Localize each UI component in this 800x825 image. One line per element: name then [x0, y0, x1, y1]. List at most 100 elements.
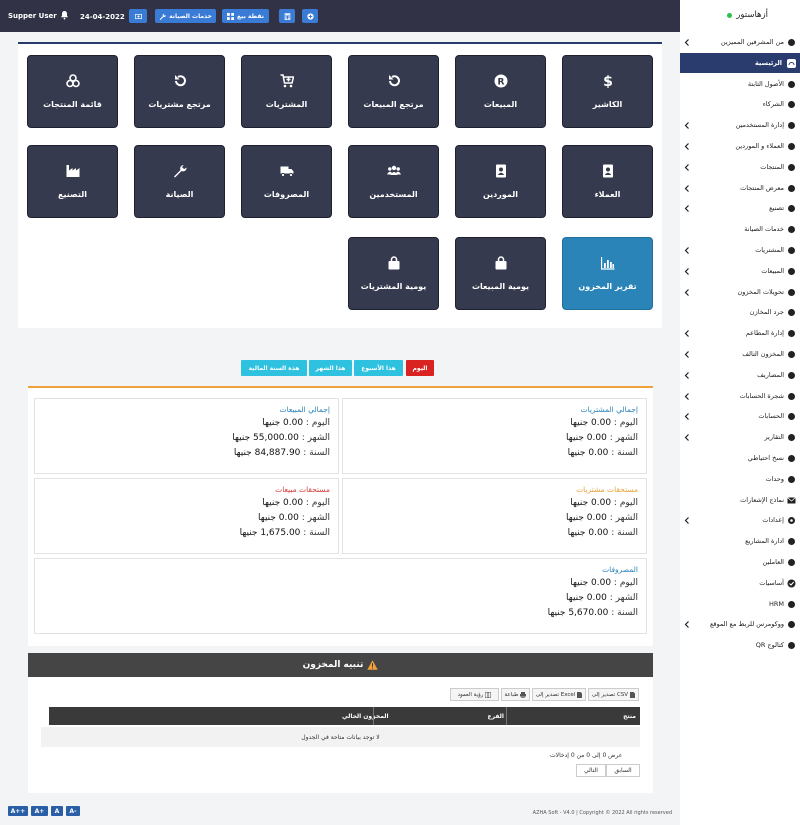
- sidebar-item-20[interactable]: نسخ احتياطي: [680, 448, 800, 468]
- undo-icon: [388, 75, 400, 87]
- contact-book-icon: [495, 164, 506, 178]
- total-purchases-card: إجمالي المشتريات اليوم : 0.00 جنيها الشه…: [342, 398, 647, 474]
- sidebar-item-3[interactable]: الشركاء: [680, 94, 800, 114]
- tile-expenses[interactable]: المصروفات: [241, 145, 332, 218]
- print-button[interactable]: طباعة: [501, 688, 530, 701]
- expenses-card: المصروفات اليوم : 0.00 جنيها الشهر : 0.0…: [34, 558, 647, 634]
- sidebar-item-17[interactable]: شجرة الحسابات: [680, 386, 800, 406]
- pagination-previous[interactable]: السابق: [606, 764, 640, 777]
- column-visibility-button[interactable]: رؤية العمود: [450, 688, 499, 701]
- tile-label: الموردين: [482, 190, 519, 199]
- truck-icon: [280, 166, 293, 178]
- stat-row: الشهر : 0.00 جنيها: [566, 513, 638, 523]
- sidebar-item-5[interactable]: العملاء و الموردين: [680, 136, 800, 156]
- sidebar-item-7[interactable]: معرض المنتجات: [680, 178, 800, 198]
- sidebar-item-label: HRM: [768, 599, 784, 608]
- col-current-stock[interactable]: المخزون الحالي: [342, 713, 389, 720]
- project-diagram-icon: [788, 538, 795, 546]
- font-size-reset[interactable]: A: [51, 806, 63, 816]
- col-branch[interactable]: الفرع: [488, 713, 504, 720]
- sidebar-item-label: نسخ احتياطي: [747, 454, 784, 462]
- bell-icon[interactable]: [60, 10, 69, 20]
- col-product[interactable]: منتج: [623, 713, 636, 720]
- sidebar-item-16[interactable]: المصاريف: [680, 365, 800, 385]
- font-size-decrease[interactable]: A-: [66, 806, 80, 816]
- sidebar-item-14[interactable]: إدارة المطاعم: [680, 323, 800, 343]
- users-cog-icon: [788, 39, 795, 46]
- tile-sales-return[interactable]: مرتجع المبيعات: [348, 55, 439, 128]
- sidebar-item-26[interactable]: أساسيات: [680, 573, 800, 593]
- tile-customers[interactable]: العملاء: [562, 145, 653, 218]
- pagination-next[interactable]: التالي: [576, 764, 606, 777]
- tile-stock-report[interactable]: تقرير المخزون: [562, 237, 653, 310]
- maintenance-services-button[interactable]: خدمات الصيانة: [155, 9, 216, 23]
- sidebar-item-18[interactable]: الحسابات: [680, 406, 800, 426]
- stat-row: اليوم : 0.00 جنيها: [570, 498, 638, 508]
- user-name[interactable]: Supper User: [8, 12, 57, 20]
- brand[interactable]: أزهاستور: [727, 10, 768, 20]
- sidebar-item-24[interactable]: ادارة المشاريع: [680, 531, 800, 551]
- tile-manufacturing[interactable]: التصنيع: [27, 145, 118, 218]
- wrench-icon: [159, 13, 167, 20]
- tile-maintenance[interactable]: الصيانة: [134, 145, 225, 218]
- add-button[interactable]: [302, 9, 318, 23]
- sidebar-item-13[interactable]: جرد المخازن: [680, 302, 800, 322]
- sidebar-item-28[interactable]: ووكومرس للربط مع الموقع: [680, 614, 800, 634]
- wrench-icon: [173, 164, 187, 178]
- card-title: إجمالي المشتريات: [580, 405, 639, 414]
- tile-purchases[interactable]: المشتريات: [241, 55, 332, 128]
- tile-label: العملاء: [594, 190, 621, 199]
- sidebar-item-29[interactable]: كتالوج QR: [680, 635, 800, 655]
- minus-circle-icon: [788, 371, 795, 379]
- sidebar-item-label: تصنيع: [769, 204, 784, 213]
- truck-icon: [788, 184, 795, 192]
- period-week-button[interactable]: هذا الأسبوع: [354, 360, 403, 376]
- online-status-dot: [727, 12, 733, 18]
- export-excel-label: تصدير إلى Excel: [535, 691, 576, 698]
- tile-label: الكاشير: [592, 100, 623, 109]
- sidebar-item-10[interactable]: المشتريات: [680, 240, 800, 260]
- sidebar-item-15[interactable]: المخزون التالف: [680, 344, 800, 364]
- sidebar-item-27[interactable]: HRM: [680, 594, 800, 614]
- tile-suppliers[interactable]: الموردين: [455, 145, 546, 218]
- chevron-left-icon: [684, 122, 689, 130]
- sidebar-item-12[interactable]: تحويلات المخزون: [680, 282, 800, 302]
- footer-copyright: AZHA Soft - V4.0 | Copyright © 2022 All …: [532, 810, 672, 816]
- arrow-circle-down-icon: [788, 247, 795, 254]
- sidebar-item-22[interactable]: نماذج الإشعارات: [680, 490, 800, 510]
- sidebar-item-0[interactable]: من المشرفين المميزين: [680, 32, 800, 52]
- sidebar-item-6[interactable]: المنتجات: [680, 157, 800, 177]
- pos-label: نقطة بيع: [237, 12, 264, 20]
- columns-icon: [485, 691, 492, 698]
- sidebar-item-1[interactable]: الرئيسية: [680, 52, 800, 73]
- export-excel-button[interactable]: تصدير إلى Excel: [532, 688, 586, 701]
- calculator-button[interactable]: [279, 9, 295, 23]
- tile-users[interactable]: المستخدمين: [348, 145, 439, 218]
- sidebar-item-19[interactable]: التقارير: [680, 427, 800, 447]
- sidebar-item-4[interactable]: إدارة المستخدمين: [680, 115, 800, 135]
- sidebar-item-11[interactable]: المبيعات: [680, 261, 800, 281]
- export-csv-button[interactable]: تصدير إلى CSV: [588, 688, 639, 701]
- font-size-increase-2[interactable]: A++: [8, 806, 28, 816]
- font-size-increase[interactable]: A+: [31, 806, 48, 816]
- period-today-button[interactable]: اليوم: [406, 360, 434, 376]
- sidebar-item-9[interactable]: خدمات الصيانة: [680, 219, 800, 239]
- sidebar-item-2[interactable]: الأصول الثابتة: [680, 74, 800, 94]
- pos-button[interactable]: نقطة بيع: [222, 9, 269, 23]
- tile-product-list[interactable]: قائمة المنتجات: [27, 55, 118, 128]
- sidebar-item-23[interactable]: إعدادات: [680, 510, 800, 530]
- tile-sales[interactable]: R المبيعات: [455, 55, 546, 128]
- sidebar-item-21[interactable]: وحدات: [680, 469, 800, 489]
- tile-purchases-journal[interactable]: يومية المشتريات: [348, 237, 439, 310]
- tile-sales-journal[interactable]: يومية المبيعات: [455, 237, 546, 310]
- top-navbar: Supper User 24-04-2022 خدمات الصيانة نقط…: [0, 0, 680, 32]
- sidebar-item-8[interactable]: تصنيع: [680, 198, 800, 218]
- tile-purchases-return[interactable]: مرتجع مشتريات: [134, 55, 225, 128]
- sidebar-item-label: الأصول الثابتة: [747, 79, 784, 88]
- tile-cashier[interactable]: $ الكاشير: [562, 55, 653, 128]
- sidebar-item-25[interactable]: العاملين: [680, 552, 800, 572]
- money-button[interactable]: [129, 9, 147, 23]
- period-month-button[interactable]: هذا الشهر: [309, 360, 352, 376]
- card-title: إجمالي المبيعات: [279, 405, 330, 414]
- period-fiscal-year-button[interactable]: هذه السنة المالية: [241, 360, 307, 376]
